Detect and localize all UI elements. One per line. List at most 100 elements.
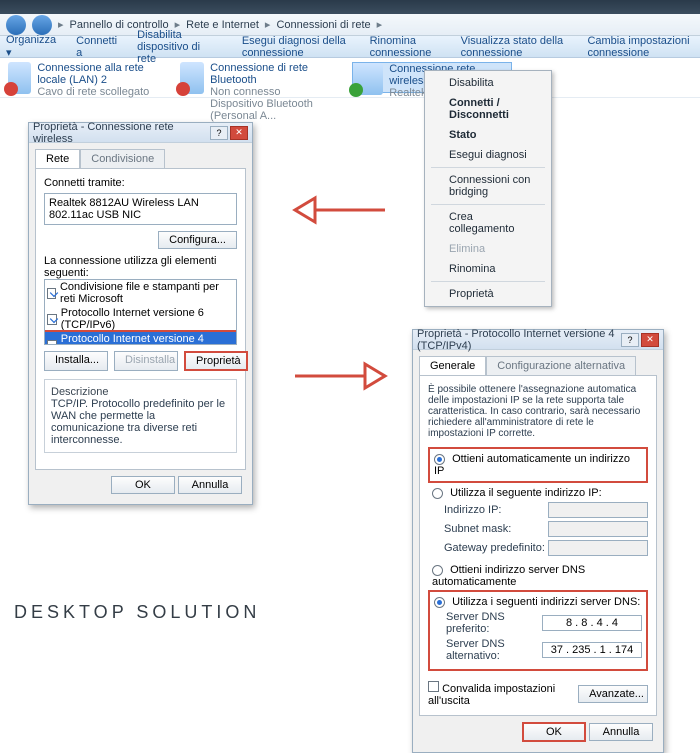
list-item-ipv4[interactable]: Protocollo Internet versione 4 (TCP/IPv4… <box>45 332 236 345</box>
wireless-properties-window: Proprietà - Connessione rete wireless ? … <box>28 122 253 505</box>
nav-fwd-icon[interactable] <box>32 15 52 35</box>
breadcrumb: ▸ Pannello di controllo ▸ Rete e Interne… <box>0 14 700 36</box>
dns2-label: Server DNS alternativo: <box>446 638 542 662</box>
cmd-organize[interactable]: Organizza ▾ <box>6 34 56 59</box>
chevron-icon: ▸ <box>58 18 64 31</box>
tab-sharing[interactable]: Condivisione <box>80 149 165 168</box>
gateway-label: Gateway predefinito: <box>444 542 548 554</box>
tab-network[interactable]: Rete <box>35 149 80 168</box>
dns1-field[interactable] <box>542 615 642 631</box>
watermark: DESKTOP SOLUTION <box>14 602 260 623</box>
mask-field <box>548 521 648 537</box>
validate-label: Convalida impostazioni all'uscita <box>428 683 555 707</box>
ip-label: Indirizzo IP: <box>444 504 548 516</box>
close-button[interactable]: ✕ <box>641 333 659 347</box>
mask-label: Subnet mask: <box>444 523 548 535</box>
cmd-connect[interactable]: Connetti a <box>76 35 117 59</box>
breadcrumb-item[interactable]: Connessioni di rete <box>276 19 370 31</box>
menu-shortcut[interactable]: Crea collegamento <box>427 207 549 239</box>
cmd-status[interactable]: Visualizza stato della connessione <box>461 35 568 59</box>
menu-connect[interactable]: Connetti / Disconnetti <box>427 93 549 125</box>
properties-icon <box>431 288 443 300</box>
radio-auto-dns[interactable] <box>432 565 443 576</box>
conn-subtitle: Non connesso <box>210 86 340 98</box>
conn-title: Connessione alla rete locale (LAN) 2 <box>37 62 168 86</box>
bridge-icon <box>431 174 443 186</box>
tab-alternate[interactable]: Configurazione alternativa <box>486 356 636 375</box>
radio-auto-ip[interactable] <box>434 454 445 465</box>
connection-bluetooth[interactable]: Connessione di rete Bluetooth Non connes… <box>180 62 340 93</box>
disable-icon <box>431 77 443 89</box>
arrow-left-icon <box>290 190 390 230</box>
adapter-field: Realtek 8812AU Wireless LAN 802.11ac USB… <box>44 193 237 225</box>
window-title: Proprietà - Connessione rete wireless <box>33 121 208 145</box>
checkbox-icon[interactable] <box>47 288 56 299</box>
menu-properties[interactable]: Proprietà <box>427 284 549 304</box>
connection-lan[interactable]: Connessione alla rete locale (LAN) 2 Cav… <box>8 62 168 93</box>
menu-delete: Elimina <box>427 239 549 259</box>
menu-separator <box>431 167 545 168</box>
install-button[interactable]: Installa... <box>44 351 108 371</box>
cancel-button[interactable]: Annulla <box>589 723 653 741</box>
dns2-field[interactable] <box>542 642 642 658</box>
delete-icon <box>431 243 443 255</box>
context-menu: Disabilita Connetti / Disconnetti Stato … <box>424 70 552 307</box>
window-title: Proprietà - Protocollo Internet versione… <box>417 328 619 352</box>
help-button[interactable]: ? <box>621 333 639 347</box>
arrow-right-icon <box>290 356 390 396</box>
gateway-field <box>548 540 648 556</box>
network-icon <box>180 62 204 94</box>
menu-rename[interactable]: Rinomina <box>427 259 549 279</box>
chevron-icon: ▸ <box>377 18 383 31</box>
ok-button[interactable]: OK <box>111 476 175 494</box>
menu-separator <box>431 204 545 205</box>
menu-status[interactable]: Stato <box>427 125 549 145</box>
list-item[interactable]: Condivisione file e stampanti per reti M… <box>45 280 236 306</box>
radio-manual-ip[interactable] <box>432 488 443 499</box>
connect-via-label: Connetti tramite: <box>44 177 237 189</box>
ipv4-properties-window: Proprietà - Protocollo Internet versione… <box>412 329 664 753</box>
menu-diagnose[interactable]: Esegui diagnosi <box>427 145 549 165</box>
conn-subtitle: Dispositivo Bluetooth (Personal A... <box>210 98 340 122</box>
configure-button[interactable]: Configura... <box>158 231 237 249</box>
connections-pane: Connessione alla rete locale (LAN) 2 Cav… <box>0 58 700 98</box>
uninstall-button: Disinstalla <box>114 351 178 371</box>
nav-back-icon[interactable] <box>6 15 26 35</box>
auto-ip-label: Ottieni automaticamente un indirizzo IP <box>434 453 630 477</box>
menu-disable[interactable]: Disabilita <box>427 73 549 93</box>
checkbox-icon[interactable] <box>47 340 57 346</box>
description-heading: Descrizione <box>51 386 230 398</box>
components-list[interactable]: Condivisione file e stampanti per reti M… <box>44 279 237 345</box>
cmd-disable[interactable]: Disabilita dispositivo di rete <box>137 29 222 65</box>
list-item[interactable]: Protocollo Internet versione 6 (TCP/IPv6… <box>45 306 236 332</box>
radio-manual-dns[interactable] <box>434 597 445 608</box>
close-button[interactable]: ✕ <box>230 126 248 140</box>
intro-text: È possibile ottenere l'assegnazione auto… <box>428 384 648 439</box>
network-icon <box>8 62 31 94</box>
uses-label: La connessione utilizza gli elementi seg… <box>44 255 237 279</box>
auto-dns-label: Ottieni indirizzo server DNS automaticam… <box>432 564 585 588</box>
chevron-icon: ▸ <box>265 18 271 31</box>
dns1-label: Server DNS preferito: <box>446 611 542 635</box>
cmd-diagnose[interactable]: Esegui diagnosi della connessione <box>242 35 350 59</box>
ok-button[interactable]: OK <box>522 722 586 742</box>
description-text: TCP/IP. Protocollo predefinito per le WA… <box>51 398 230 446</box>
checkbox-icon[interactable] <box>47 314 57 325</box>
cancel-button[interactable]: Annulla <box>178 476 242 494</box>
window-top-strip <box>0 0 700 14</box>
validate-checkbox[interactable] <box>428 681 439 692</box>
tab-general[interactable]: Generale <box>419 356 486 375</box>
help-button[interactable]: ? <box>210 126 228 140</box>
cmd-change[interactable]: Cambia impostazioni connessione <box>587 35 694 59</box>
conn-subtitle: Cavo di rete scollegato <box>37 86 168 98</box>
menu-bridging[interactable]: Connessioni con bridging <box>427 170 549 202</box>
conn-title: Connessione di rete Bluetooth <box>210 62 340 86</box>
cmd-rename[interactable]: Rinomina connessione <box>370 35 441 59</box>
ip-field <box>548 502 648 518</box>
menu-separator <box>431 281 545 282</box>
advanced-button[interactable]: Avanzate... <box>578 685 648 703</box>
network-icon <box>353 63 383 95</box>
rename-icon <box>431 263 443 275</box>
component-properties-button[interactable]: Proprietà <box>184 351 248 371</box>
manual-ip-label: Utilizza il seguente indirizzo IP: <box>450 487 602 499</box>
